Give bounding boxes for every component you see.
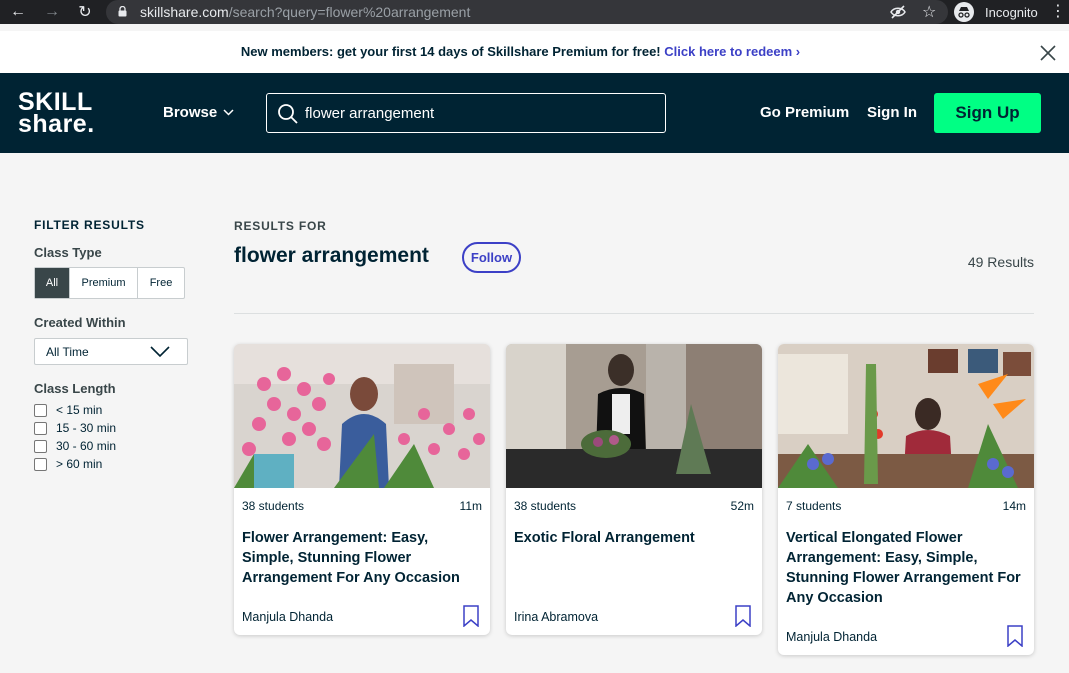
eye-off-icon[interactable] bbox=[890, 4, 906, 20]
promo-text: New members: get your first 14 days of S… bbox=[0, 44, 1069, 59]
class-author[interactable]: Manjula Dhanda bbox=[786, 630, 877, 644]
search-value: flower arrangement bbox=[305, 105, 435, 122]
class-title[interactable]: Flower Arrangement: Easy, Simple, Stunni… bbox=[242, 528, 480, 588]
back-arrow-icon[interactable]: ← bbox=[7, 1, 29, 23]
results-for-heading: RESULTS FOR bbox=[234, 219, 327, 233]
created-within-label: Created Within bbox=[34, 315, 126, 330]
browser-toolbar: ← → ↻ skillshare.com/search?query=flower… bbox=[0, 0, 1069, 24]
chevron-down-icon bbox=[150, 346, 170, 358]
results-count: 49 Results bbox=[967, 254, 1034, 270]
length-option-30-60[interactable]: 30 - 60 min bbox=[34, 439, 116, 453]
class-author[interactable]: Irina Abramova bbox=[514, 610, 598, 624]
class-type-premium[interactable]: Premium bbox=[70, 268, 138, 298]
class-duration: 52m bbox=[730, 499, 754, 513]
length-option-over-60[interactable]: > 60 min bbox=[34, 457, 102, 471]
class-duration: 11m bbox=[459, 499, 482, 513]
incognito-label: Incognito bbox=[985, 4, 1038, 20]
class-thumbnail[interactable] bbox=[778, 344, 1034, 488]
address-bar[interactable]: skillshare.com/search?query=flower%20arr… bbox=[106, 0, 948, 24]
search-query-title: flower arrangement bbox=[234, 244, 429, 267]
student-count: 7 students bbox=[786, 499, 842, 513]
class-duration: 14m bbox=[1002, 499, 1026, 513]
checkbox[interactable] bbox=[34, 403, 47, 417]
redeem-link[interactable]: Click here to redeem › bbox=[664, 44, 800, 59]
star-icon[interactable]: ☆ bbox=[922, 2, 936, 22]
class-card[interactable]: 38 students 52m Exotic Floral Arrangemen… bbox=[506, 344, 762, 635]
forward-arrow-icon[interactable]: → bbox=[41, 1, 63, 23]
created-within-value: All Time bbox=[46, 345, 89, 359]
class-type-free[interactable]: Free bbox=[138, 268, 184, 298]
lock-icon bbox=[118, 6, 127, 17]
chevron-down-icon bbox=[223, 109, 234, 116]
class-thumbnail[interactable] bbox=[506, 344, 762, 488]
site-header: SKILL share. Browse flower arrangement G… bbox=[0, 73, 1069, 153]
checkbox[interactable] bbox=[34, 421, 47, 435]
incognito-icon bbox=[954, 2, 974, 22]
search-input[interactable]: flower arrangement bbox=[266, 93, 666, 133]
browse-menu[interactable]: Browse bbox=[163, 104, 234, 121]
class-type-label: Class Type bbox=[34, 245, 102, 260]
reload-icon[interactable]: ↻ bbox=[74, 1, 96, 23]
student-count: 38 students bbox=[242, 499, 305, 513]
go-premium-link[interactable]: Go Premium bbox=[760, 104, 849, 121]
bookmark-icon[interactable] bbox=[463, 605, 479, 627]
class-card[interactable]: 38 students 11m Flower Arrangement: Easy… bbox=[234, 344, 490, 635]
sign-in-link[interactable]: Sign In bbox=[867, 104, 917, 121]
student-count: 38 students bbox=[514, 499, 577, 513]
bookmark-icon[interactable] bbox=[1007, 625, 1023, 647]
class-title[interactable]: Exotic Floral Arrangement bbox=[514, 528, 752, 548]
class-author[interactable]: Manjula Dhanda bbox=[242, 610, 333, 624]
class-card[interactable]: 7 students 14m Vertical Elongated Flower… bbox=[778, 344, 1034, 655]
class-title[interactable]: Vertical Elongated Flower Arrangement: E… bbox=[786, 528, 1024, 608]
search-icon bbox=[278, 104, 298, 124]
follow-button[interactable]: Follow bbox=[462, 242, 521, 273]
class-type-all[interactable]: All bbox=[35, 268, 70, 298]
divider bbox=[234, 313, 1034, 314]
length-option-under-15[interactable]: < 15 min bbox=[34, 403, 102, 417]
skillshare-logo[interactable]: SKILL share. bbox=[18, 90, 95, 137]
promo-banner: New members: get your first 14 days of S… bbox=[0, 31, 1069, 73]
address-url: skillshare.com/search?query=flower%20arr… bbox=[140, 4, 471, 20]
class-thumbnail[interactable] bbox=[234, 344, 490, 488]
created-within-select[interactable]: All Time bbox=[34, 338, 188, 365]
length-option-15-30[interactable]: 15 - 30 min bbox=[34, 421, 116, 435]
checkbox[interactable] bbox=[34, 457, 47, 471]
sign-up-button[interactable]: Sign Up bbox=[934, 93, 1041, 133]
bookmark-icon[interactable] bbox=[735, 605, 751, 627]
checkbox[interactable] bbox=[34, 439, 47, 453]
close-icon[interactable] bbox=[1038, 43, 1058, 63]
browser-menu-icon[interactable]: ⋮ bbox=[1050, 2, 1066, 22]
class-length-label: Class Length bbox=[34, 381, 116, 396]
class-type-toggle: All Premium Free bbox=[34, 267, 185, 299]
incognito-indicator[interactable]: Incognito bbox=[954, 1, 1038, 23]
promo-message: New members: get your first 14 days of S… bbox=[240, 44, 661, 59]
filter-results-title: FILTER RESULTS bbox=[34, 218, 145, 232]
